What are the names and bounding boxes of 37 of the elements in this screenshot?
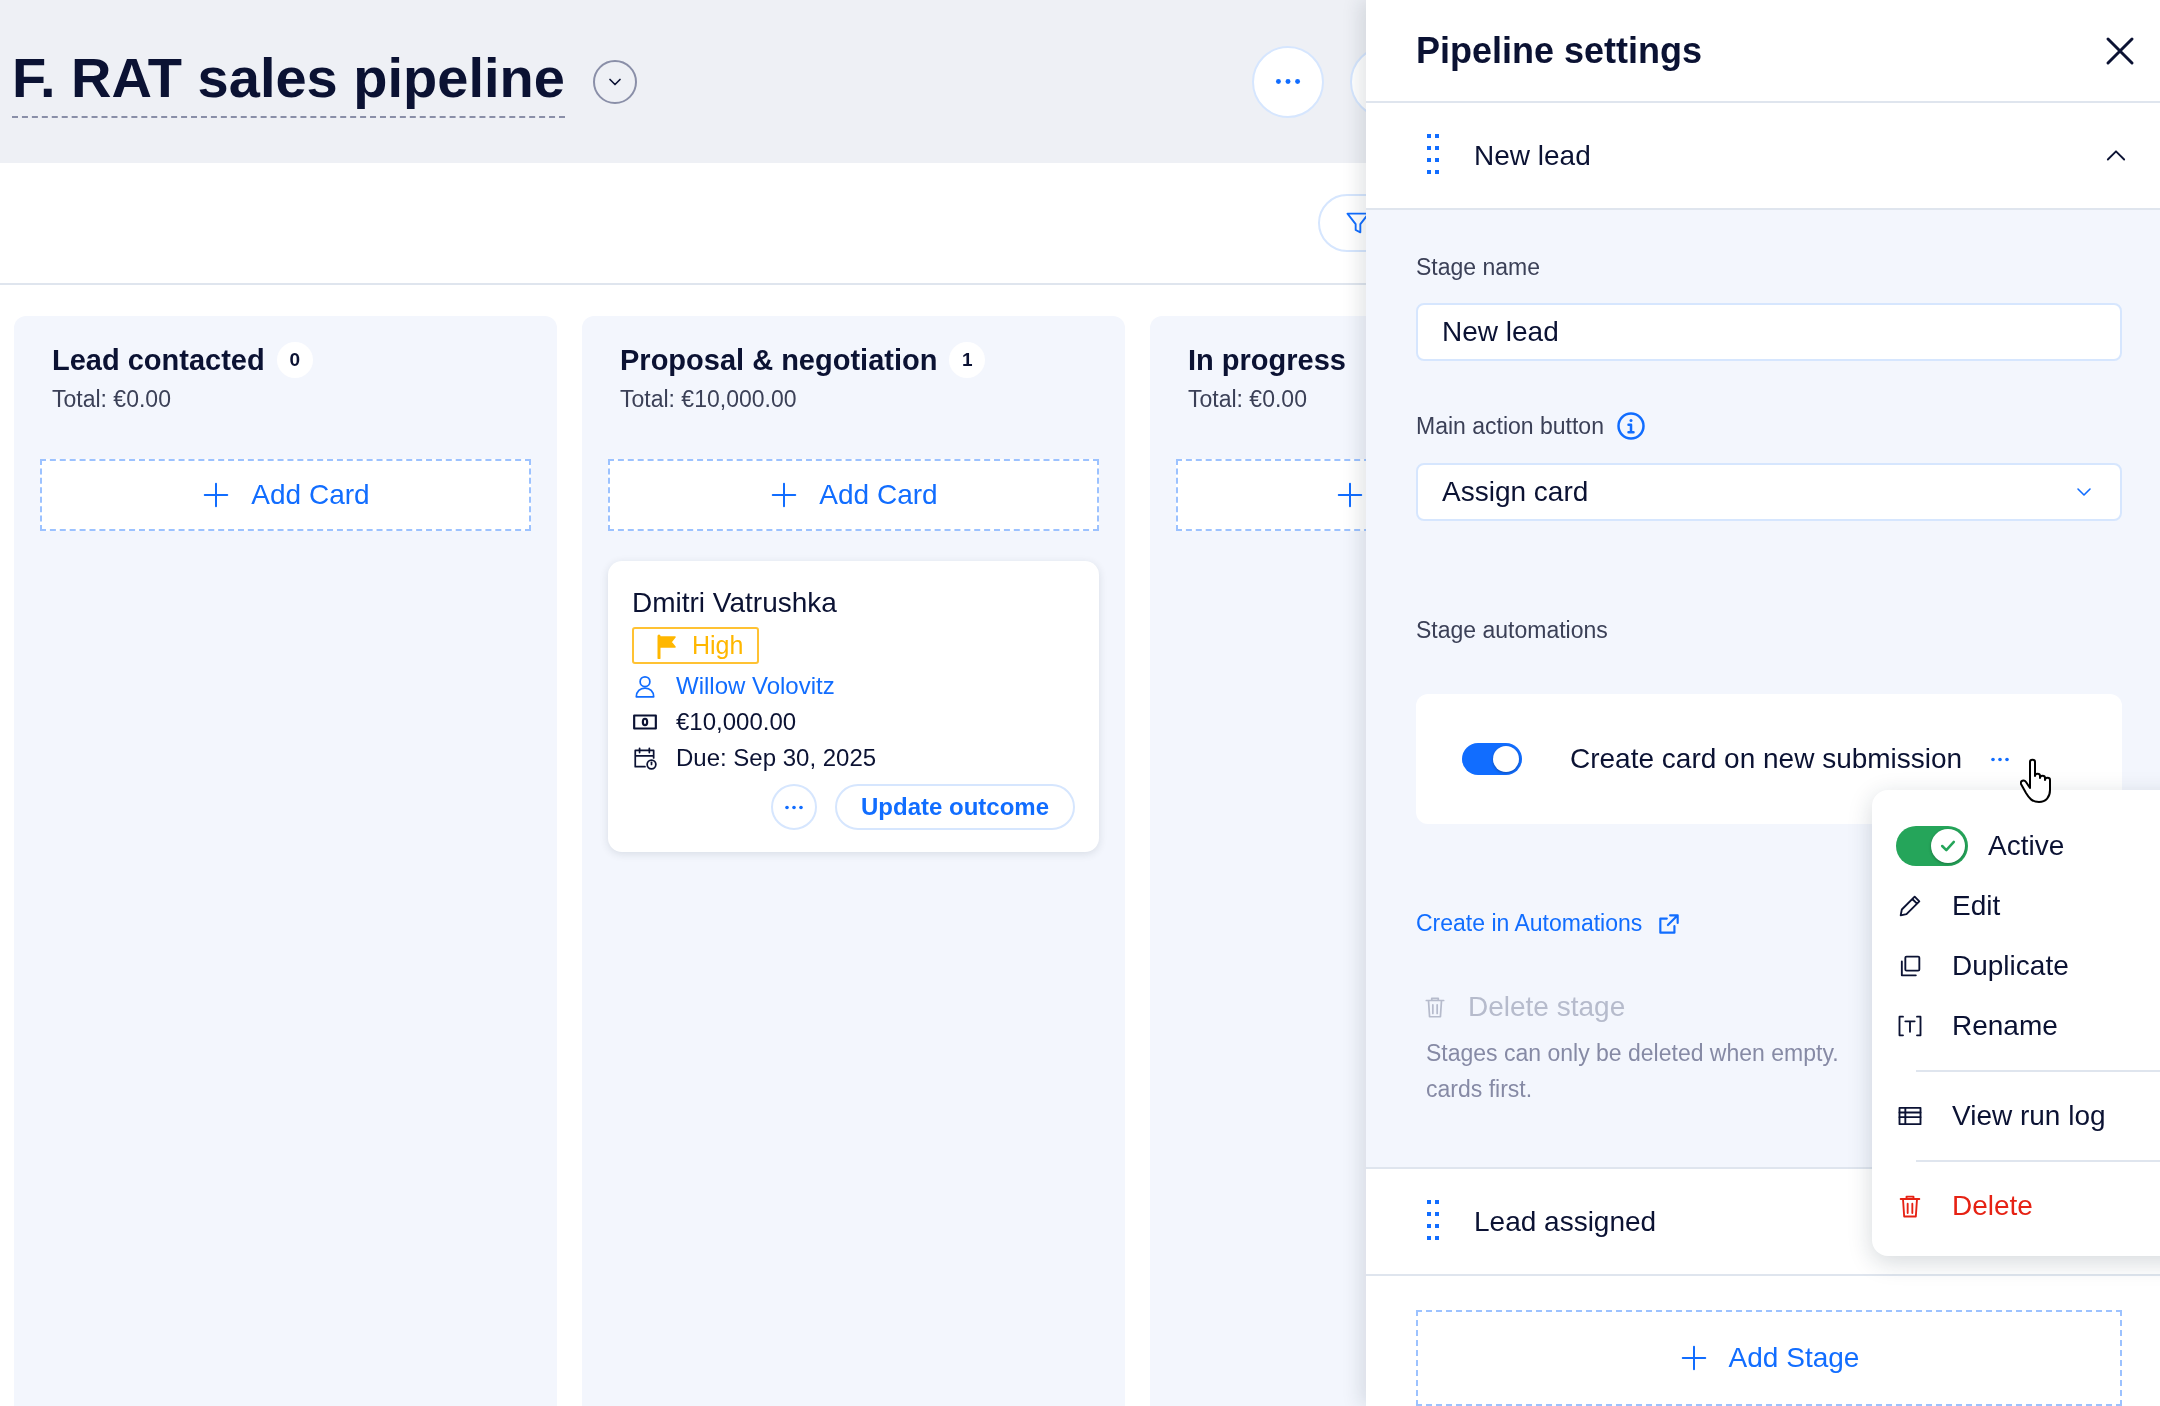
field-label: Stage name — [1416, 254, 1542, 281]
due-date: Due: Sep 30, 2025 — [676, 744, 877, 772]
main-action-dropdown[interactable]: Assign card — [1416, 463, 2122, 521]
stage-total: Total: €0.00 — [1187, 386, 1308, 413]
stage-title: In progress — [1188, 343, 1346, 377]
update-outcome-button[interactable]: Update outcome — [835, 784, 1075, 830]
help-text: Stages can only be deleted when empty. — [1426, 1039, 1839, 1068]
stage-title: Proposal & negotiation — [620, 343, 938, 377]
panel-title: Pipeline settings — [1416, 29, 1703, 72]
stage-total: Total: €10,000.00 — [619, 386, 798, 413]
menu-item[interactable]: View run log — [1872, 1086, 2160, 1146]
stage-total: Total: €0.00 — [51, 386, 172, 413]
help-text: cards first. — [1426, 1075, 1533, 1104]
priority-tag: High — [632, 627, 760, 664]
menu-item[interactable]: Active — [1872, 816, 2160, 876]
section-label: Stage automations — [1416, 617, 1609, 644]
menu-item[interactable]: Duplicate — [1872, 936, 2160, 996]
add-card-button[interactable]: Add Card — [40, 459, 531, 531]
field-label: Main action button — [1416, 412, 1604, 440]
stage-title: Lead contacted — [52, 343, 265, 377]
automations-link[interactable]: Create in Automations — [1416, 910, 1643, 937]
stage-name[interactable]: Lead assigned — [1474, 1205, 1657, 1238]
automation-name: Create card on new submission — [1570, 743, 1963, 775]
contact-name: Dmitri Vatrushka — [632, 587, 838, 619]
assignee-link[interactable]: Willow Volovitz — [676, 672, 835, 700]
deal-amount: €10,000.00 — [676, 708, 797, 736]
stage-name-field[interactable]: New lead — [1416, 303, 2122, 361]
menu-item[interactable]: Rename — [1872, 996, 2160, 1056]
add-stage-button[interactable]: Add Stage — [1416, 1310, 2122, 1406]
stage-name[interactable]: New lead — [1474, 139, 1591, 172]
menu-item[interactable]: Delete — [1872, 1176, 2160, 1236]
deal-card[interactable]: Dmitri Vatrushka High Willow Volovitz €10,000.00 Due: Sep 30, 2025 Update outcome — [608, 561, 1099, 852]
card-count: 0 — [276, 342, 313, 378]
add-card-button[interactable]: Add Card — [608, 459, 1099, 531]
pipeline-title[interactable]: F. RAT sales pipeline — [12, 45, 565, 118]
menu-item[interactable]: Edit — [1872, 876, 2160, 936]
card-count: 1 — [949, 342, 986, 378]
